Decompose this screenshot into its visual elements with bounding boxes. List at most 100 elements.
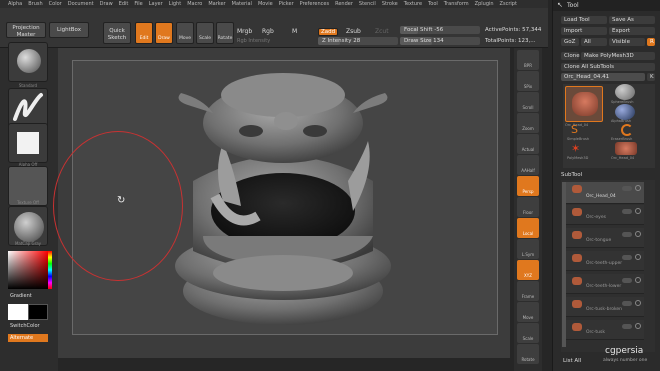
eye-icon[interactable]: [635, 254, 641, 260]
tray-button-floor[interactable]: Floor: [517, 197, 539, 217]
move-button[interactable]: Move: [176, 22, 194, 44]
menu-item-document[interactable]: Document: [68, 1, 94, 7]
eye-icon[interactable]: [635, 185, 641, 191]
subtool-toggle[interactable]: [622, 232, 632, 237]
menu-item-tool[interactable]: Tool: [428, 1, 438, 7]
rotate-button[interactable]: Rotate: [216, 22, 234, 44]
zadd-button[interactable]: Zadd: [318, 28, 338, 36]
import-button[interactable]: Import: [561, 27, 607, 35]
tray-button-spix[interactable]: SPix: [517, 71, 539, 91]
brush-picker[interactable]: [8, 42, 48, 82]
k-button[interactable]: K: [647, 73, 655, 81]
projection-master-button[interactable]: Projection Master: [6, 22, 46, 38]
list-all-button[interactable]: List All: [563, 358, 581, 364]
menu-item-light[interactable]: Light: [169, 1, 181, 7]
secondary-color-swatch[interactable]: [28, 304, 48, 320]
clone-all-subtools-button[interactable]: Clone All SubTools: [561, 63, 655, 71]
menu-item-file[interactable]: File: [134, 1, 142, 7]
menu-item-render[interactable]: Render: [335, 1, 353, 7]
stroke-picker[interactable]: [8, 88, 48, 128]
mrgb-button[interactable]: Mrgb: [237, 28, 252, 35]
eye-icon[interactable]: [635, 231, 641, 237]
eye-icon[interactable]: [635, 277, 641, 283]
draw-size-slider[interactable]: Draw Size 134: [400, 37, 480, 45]
tray-button-rotate[interactable]: Rotate: [517, 344, 539, 364]
z-intensity-slider[interactable]: Z Intensity 28: [318, 37, 398, 45]
menu-item-stroke[interactable]: Stroke: [382, 1, 398, 7]
eye-icon[interactable]: [635, 323, 641, 329]
goz-button[interactable]: GoZ: [561, 38, 579, 46]
menu-item-movie[interactable]: Movie: [258, 1, 273, 7]
switch-color-button[interactable]: SwitchColor: [10, 323, 40, 329]
document-viewport[interactable]: ↻: [53, 60, 498, 335]
menu-item-marker[interactable]: Marker: [208, 1, 225, 7]
menu-item-alpha[interactable]: Alpha: [8, 1, 22, 7]
subtool-row[interactable]: Orc-tongue: [566, 228, 644, 248]
load-tool-button[interactable]: Load Tool: [561, 16, 607, 24]
focal-shift-slider[interactable]: Focal Shift -56: [400, 26, 480, 34]
all-button[interactable]: All: [581, 38, 607, 46]
subtool-row[interactable]: Orc_Head_04: [566, 182, 644, 204]
orc-head-tool-thumb[interactable]: [565, 86, 603, 122]
subtool-toggle[interactable]: [622, 301, 632, 306]
tray-button-local[interactable]: Local: [517, 218, 539, 238]
menu-item-preferences[interactable]: Preferences: [300, 1, 329, 7]
menu-item-zscript[interactable]: Zscript: [500, 1, 517, 7]
eye-icon[interactable]: [635, 208, 641, 214]
rgb-intensity-slider[interactable]: Rgb Intensity: [237, 38, 270, 44]
menu-item-layer[interactable]: Layer: [149, 1, 163, 7]
sphere-brush-tool[interactable]: [615, 84, 635, 100]
tray-button-zoom[interactable]: Zoom: [517, 113, 539, 133]
material-picker[interactable]: [8, 206, 48, 246]
lightbox-button[interactable]: LightBox: [49, 22, 89, 38]
alpha-picker[interactable]: [8, 123, 48, 163]
save-as-button[interactable]: Save As: [609, 16, 655, 24]
edit-button[interactable]: Edit: [135, 22, 153, 44]
subtool-toggle[interactable]: [622, 255, 632, 260]
alpha-brush-tool[interactable]: [615, 104, 635, 120]
eye-icon[interactable]: [635, 300, 641, 306]
eraser-brush-tool[interactable]: [621, 124, 633, 136]
menu-item-picker[interactable]: Picker: [279, 1, 294, 7]
subtool-row[interactable]: Orc-teeth-lower: [566, 274, 644, 294]
current-tool-slider[interactable]: Orc_Head_04.41: [561, 73, 645, 81]
subtool-toggle[interactable]: [622, 186, 632, 191]
color-picker[interactable]: [8, 251, 48, 289]
tray-button-frame[interactable]: Frame: [517, 281, 539, 301]
menu-item-draw[interactable]: Draw: [100, 1, 113, 7]
scale-button[interactable]: Scale: [196, 22, 214, 44]
clone-button[interactable]: Clone: [561, 52, 580, 60]
menu-item-stencil[interactable]: Stencil: [359, 1, 376, 7]
quick-sketch-button[interactable]: Quick Sketch: [103, 22, 131, 44]
menu-item-texture[interactable]: Texture: [404, 1, 422, 7]
menu-item-transform[interactable]: Transform: [444, 1, 469, 7]
tray-button-persp[interactable]: Persp: [517, 176, 539, 196]
polymesh-star-tool[interactable]: ✶: [571, 142, 580, 155]
menu-item-edit[interactable]: Edit: [119, 1, 129, 7]
export-button[interactable]: Export: [609, 27, 655, 35]
visible-button[interactable]: Visible: [609, 38, 645, 46]
tray-button-aahalf[interactable]: AAHalf: [517, 155, 539, 175]
tray-button-scale[interactable]: Scale: [517, 323, 539, 343]
tray-button-bpr[interactable]: BPR: [517, 50, 539, 70]
zsub-button[interactable]: Zsub: [346, 28, 361, 35]
subtool-row[interactable]: Orc-tusk: [566, 320, 644, 340]
make-polymesh-button[interactable]: Make PolyMesh3D: [581, 52, 655, 60]
menu-item-brush[interactable]: Brush: [28, 1, 42, 7]
hue-strip[interactable]: [48, 251, 52, 289]
subtool-header[interactable]: SubTool: [561, 172, 582, 178]
r-button[interactable]: R: [647, 38, 655, 46]
subtool-row[interactable]: Orc-teeth-upper: [566, 251, 644, 271]
subtool-row[interactable]: Orc-tusk-broken: [566, 297, 644, 317]
m-button[interactable]: M: [292, 28, 297, 35]
alternate-button[interactable]: Alternate: [8, 334, 48, 342]
tray-button-actual[interactable]: Actual: [517, 134, 539, 154]
draw-button[interactable]: Draw: [155, 22, 173, 44]
subtool-row[interactable]: Orc-eyes: [566, 205, 644, 225]
tray-button-lsym[interactable]: L.Sym: [517, 239, 539, 259]
menu-item-material[interactable]: Material: [232, 1, 252, 7]
simple-brush-tool[interactable]: S: [571, 124, 587, 136]
gradient-label[interactable]: Gradient: [10, 293, 32, 299]
menu-item-macro[interactable]: Macro: [187, 1, 202, 7]
main-color-swatch[interactable]: [8, 304, 28, 320]
